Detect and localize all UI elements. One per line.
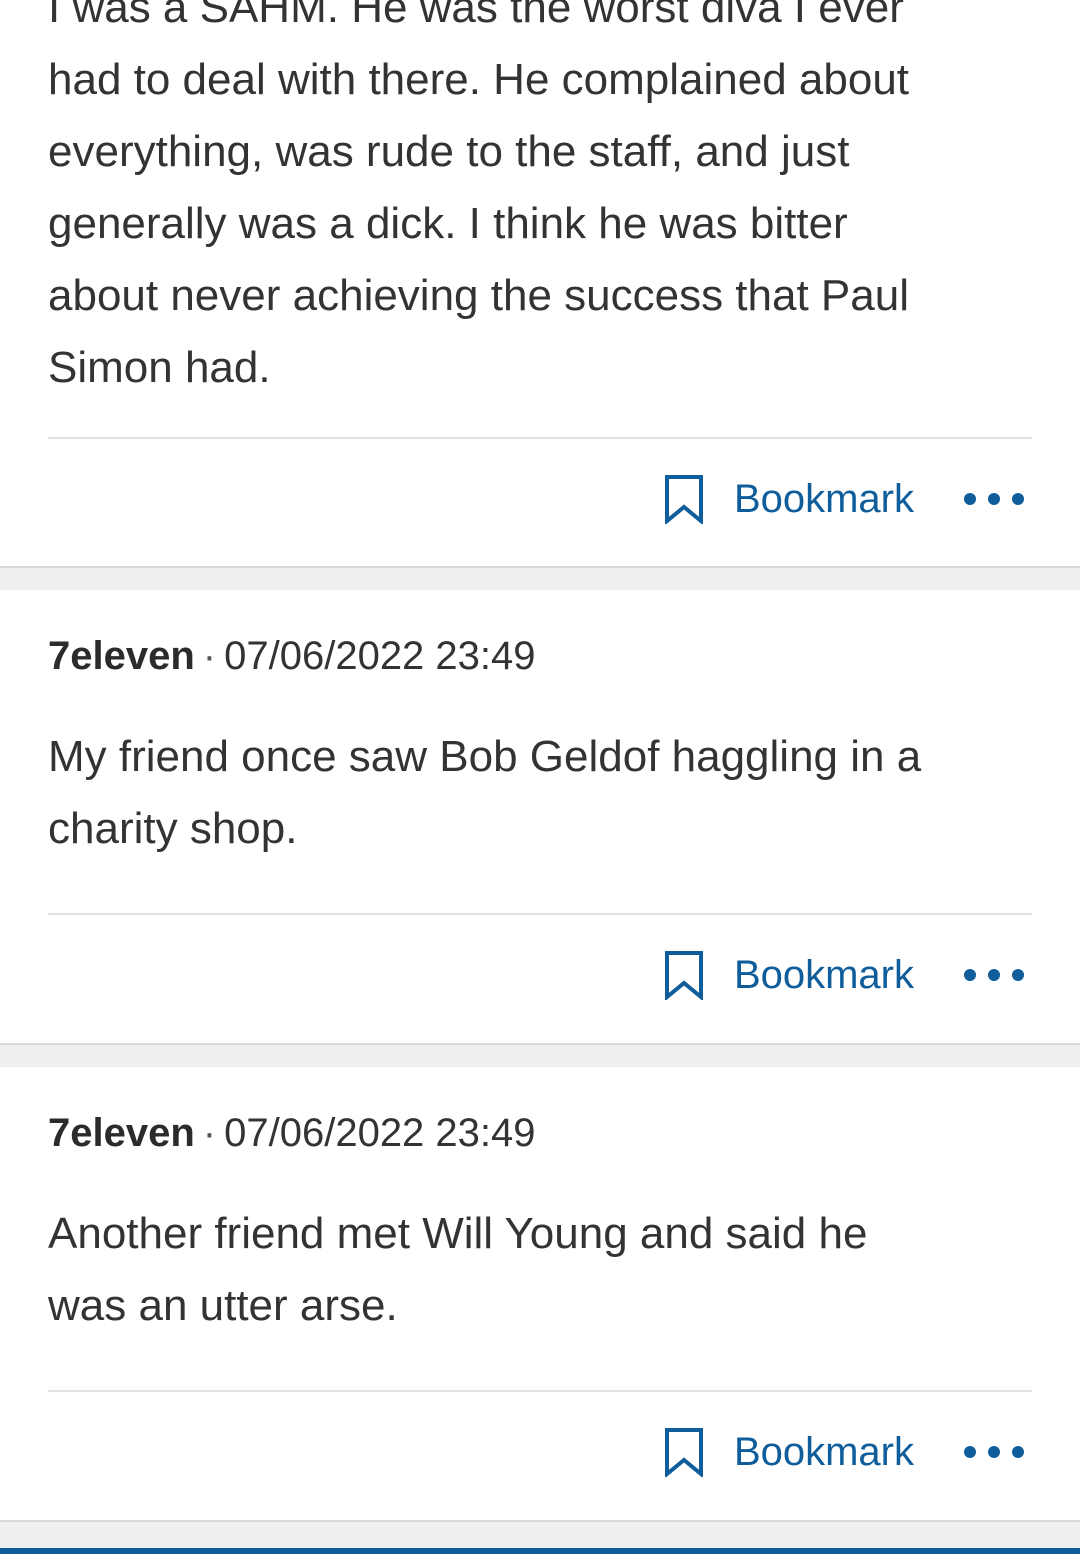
more-options-dot (1012, 1446, 1024, 1458)
author-name[interactable]: 7eleven (48, 634, 195, 678)
post-card: I was a SAHM. He was the worst diva I ev… (0, 0, 1080, 568)
post-actions: Bookmark (664, 945, 1024, 1005)
post-actions: Bookmark (664, 1422, 1024, 1482)
post-body-line: generally was a dick. I think he was bit… (48, 199, 848, 248)
post-actions: Bookmark (664, 469, 1024, 529)
post-card: 7eleven · 07/06/2022 23:49 My friend once … (0, 590, 1080, 1045)
divider (48, 437, 1032, 439)
more-options-dot (1012, 969, 1024, 981)
header-separator: · (202, 1111, 217, 1155)
more-options-button[interactable] (964, 489, 1024, 509)
post-body: I was a SAHM. He was the worst diva I ev… (48, 0, 1038, 404)
post-body-line: Another friend met Will Young and said h… (48, 1209, 868, 1258)
post-body-line: My friend once saw Bob Geldof haggling i… (48, 732, 922, 781)
post-body-line: about never achieving the success that P… (48, 271, 909, 320)
post-body-line: was an utter arse. (48, 1281, 398, 1330)
more-options-dot (988, 1446, 1000, 1458)
bookmark-button[interactable]: Bookmark (664, 950, 914, 1000)
more-options-icon (964, 1446, 976, 1458)
bookmark-icon (664, 475, 703, 524)
post-header: 7eleven · 07/06/2022 23:49 (48, 1109, 536, 1157)
post-body-line: Simon had. (48, 343, 271, 392)
post-timestamp: 07/06/2022 23:49 (224, 1111, 536, 1155)
bookmark-label: Bookmark (733, 476, 914, 521)
post-body-line: everything, was rude to the staff, and j… (48, 127, 850, 176)
more-options-button[interactable] (964, 1442, 1024, 1462)
bookmark-button[interactable]: Bookmark (664, 1427, 914, 1477)
post-timestamp: 07/06/2022 23:49 (224, 634, 536, 678)
post-header: 7eleven · 07/06/2022 23:49 (48, 632, 536, 680)
more-options-icon (964, 969, 976, 981)
more-options-button[interactable] (964, 965, 1024, 985)
author-name[interactable]: 7eleven (48, 1111, 195, 1155)
post-body-line: charity shop. (48, 804, 298, 853)
divider (48, 1390, 1032, 1392)
more-options-dot (1012, 493, 1024, 505)
bookmark-icon (664, 951, 703, 1000)
post-body: Another friend met Will Young and said h… (48, 1198, 1038, 1342)
divider (48, 913, 1032, 915)
more-options-dot (988, 969, 1000, 981)
bookmark-button[interactable]: Bookmark (664, 474, 914, 524)
post-body-line: had to deal with there. He complained ab… (48, 55, 910, 104)
bookmark-icon (664, 1428, 703, 1477)
bookmark-label: Bookmark (733, 952, 914, 997)
post-body-line: I was a SAHM. He was the worst diva I ev… (48, 0, 904, 32)
bottom-accent-bar (0, 1548, 1080, 1554)
header-separator: · (202, 634, 217, 678)
post-card: 7eleven · 07/06/2022 23:49 Another friend … (0, 1067, 1080, 1522)
post-body: My friend once saw Bob Geldof haggling i… (48, 721, 1038, 865)
more-options-dot (988, 493, 1000, 505)
more-options-icon (964, 493, 976, 505)
bookmark-label: Bookmark (733, 1429, 914, 1474)
